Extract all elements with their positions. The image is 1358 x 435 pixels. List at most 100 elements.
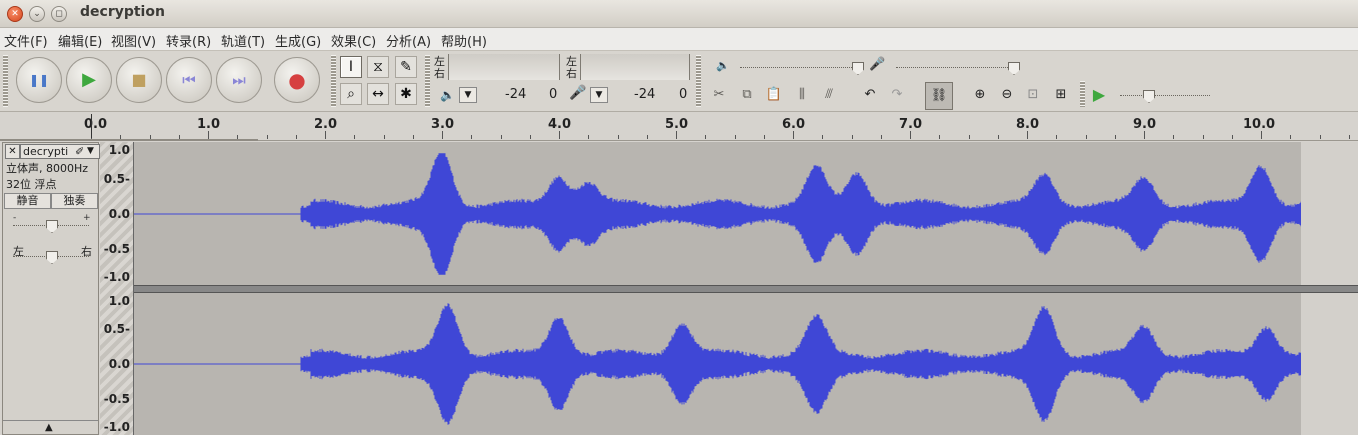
zoom-in-button[interactable]: ⊕ [969, 84, 991, 106]
recording-meter-menu[interactable]: ▼ [590, 87, 608, 103]
ruler-label: 2.0 [314, 117, 338, 132]
ruler-tick [208, 131, 209, 139]
solo-button[interactable]: 独奏 [51, 193, 98, 209]
ruler-label: 4.0 [548, 117, 572, 132]
menu-generate[interactable]: 生成(G) [275, 31, 321, 50]
play-scale-max: 0 [549, 87, 558, 102]
amp-label: -1.0 [103, 420, 130, 434]
silence-button[interactable]: ⫻ [818, 84, 840, 106]
track-close-button[interactable]: ✕ [5, 144, 20, 159]
ruler-tick [501, 135, 502, 139]
mute-button[interactable]: 静音 [4, 193, 51, 209]
ruler-tick [1232, 135, 1233, 139]
multi-tool[interactable]: ✱ [395, 83, 417, 105]
skip-start-icon: ⏮ [182, 71, 196, 89]
track-name-menu[interactable]: decrypti ✐ ▼ [20, 144, 100, 159]
ruler-label: 6.0 [782, 117, 806, 132]
copy-button[interactable]: ⧉ [736, 84, 758, 106]
play-speed-slider[interactable] [1120, 95, 1210, 97]
menu-bar: 文件(F) 编辑(E) 视图(V) 转录(R) 轨道(T) 生成(G) 效果(C… [0, 28, 1358, 51]
pause-button[interactable]: ❚❚ [16, 57, 62, 103]
undo-button[interactable]: ↶ [859, 84, 881, 106]
play-position-cursor[interactable] [91, 114, 92, 138]
stop-button[interactable]: ■ [116, 57, 162, 103]
recording-volume-slider[interactable] [896, 67, 1018, 69]
menu-analyze[interactable]: 分析(A) [386, 31, 431, 50]
menu-transcribe[interactable]: 转录(R) [166, 31, 211, 50]
amplitude-ruler[interactable]: 1.0 0.5- 0.0 -0.5 -1.0 1.0 0.5- 0.0 -0.5… [100, 142, 134, 435]
collapse-track-button[interactable]: ▲ [45, 422, 53, 433]
ruler-tick [822, 135, 823, 139]
ruler-label: 5.0 [665, 117, 689, 132]
window-maximize-button[interactable]: ◻ [51, 6, 67, 22]
record-button[interactable]: ● [274, 57, 320, 103]
ruler-tick [1173, 135, 1174, 139]
recording-meter[interactable] [580, 54, 690, 80]
ruler-tick [471, 135, 472, 139]
sync-lock-button[interactable]: ⛓ [925, 82, 953, 110]
skip-to-end-button[interactable]: ⏭ [216, 57, 262, 103]
rec-meter-left-label: 左 [566, 55, 577, 68]
selection-tool[interactable]: I [340, 56, 362, 78]
amp-label: 0.5- [103, 322, 130, 336]
zoom-out-button[interactable]: ⊖ [996, 84, 1018, 106]
cut-button[interactable]: ✂ [708, 84, 730, 106]
trim-button[interactable]: ⫼ [791, 84, 813, 106]
play-meter-left-label: 左 [434, 55, 445, 68]
envelope-tool[interactable]: ⧖ [367, 56, 389, 78]
speaker-icon: 🔈 [440, 88, 455, 102]
menu-edit[interactable]: 编辑(E) [58, 31, 102, 50]
menu-tracks[interactable]: 轨道(T) [221, 31, 265, 50]
track-name: decrypti [23, 145, 69, 158]
draw-tool[interactable]: ✎ [395, 56, 417, 78]
toolbar-area: ❚❚ ▶ ■ ⏮ ⏭ ● I ⧖ ✎ ⌕ ↔ ✱ 左 右 左 右 🔈 ▼ -24… [0, 51, 1358, 112]
title-bar: ✕ ⌄ ◻ decryption [0, 0, 1358, 28]
zoom-tool[interactable]: ⌕ [340, 83, 362, 105]
playback-meter-menu[interactable]: ▼ [459, 87, 477, 103]
play-speed-thumb[interactable] [1143, 90, 1155, 103]
playback-volume-thumb[interactable] [852, 62, 864, 75]
ruler-tick [1027, 131, 1028, 139]
toolbar-grip[interactable] [425, 55, 430, 107]
playback-meter[interactable] [448, 54, 560, 80]
skip-to-start-button[interactable]: ⏮ [166, 57, 212, 103]
amp-label: -1.0 [103, 270, 130, 284]
toolbar-grip[interactable] [1080, 81, 1085, 107]
ruler-tick [1261, 131, 1262, 139]
fit-project-button[interactable]: ⊞ [1050, 84, 1072, 106]
ruler-tick [881, 135, 882, 139]
ruler-tick [588, 135, 589, 139]
window-close-button[interactable]: ✕ [7, 6, 23, 22]
menu-view[interactable]: 视图(V) [111, 31, 156, 50]
toolbar-grip[interactable] [331, 55, 336, 107]
track-sample-format: 32位 浮点 [6, 178, 57, 191]
paste-button[interactable]: 📋 [763, 84, 785, 106]
play-at-speed-button[interactable]: ▶ [1088, 84, 1110, 106]
toolbar-grip[interactable] [696, 55, 701, 107]
gain-thumb[interactable] [46, 220, 58, 233]
recording-volume-icon: 🎤 [869, 57, 886, 72]
menu-help[interactable]: 帮助(H) [441, 31, 487, 50]
play-icon: ▶ [82, 69, 96, 90]
pan-thumb[interactable] [46, 251, 58, 264]
timeline-ruler[interactable]: 0.0 1.0 2.0 3.0 4.0 5.0 6.0 7.0 8.0 9.0 … [0, 112, 1358, 141]
ruler-tick [939, 135, 940, 139]
menu-effect[interactable]: 效果(C) [331, 31, 376, 50]
track-empty-area[interactable] [1301, 142, 1358, 285]
track-empty-area[interactable] [1301, 293, 1358, 435]
window-minimize-button[interactable]: ⌄ [29, 6, 45, 22]
toolbar-grip[interactable] [3, 55, 8, 107]
window-title: decryption [80, 4, 165, 20]
menu-file[interactable]: 文件(F) [4, 31, 48, 50]
pencil-icon: ✐ [75, 145, 85, 158]
play-button[interactable]: ▶ [66, 57, 112, 103]
recording-volume-thumb[interactable] [1008, 62, 1020, 75]
ruler-tick [296, 135, 297, 139]
playback-volume-slider[interactable] [740, 67, 862, 69]
timeshift-tool[interactable]: ↔ [367, 83, 389, 105]
waveform-samples [300, 303, 1301, 425]
fit-selection-button[interactable]: ⊡ [1022, 84, 1044, 106]
ruler-label: 9.0 [1133, 117, 1157, 132]
amp-label: 0.0 [108, 207, 130, 221]
redo-button[interactable]: ↷ [886, 84, 908, 106]
